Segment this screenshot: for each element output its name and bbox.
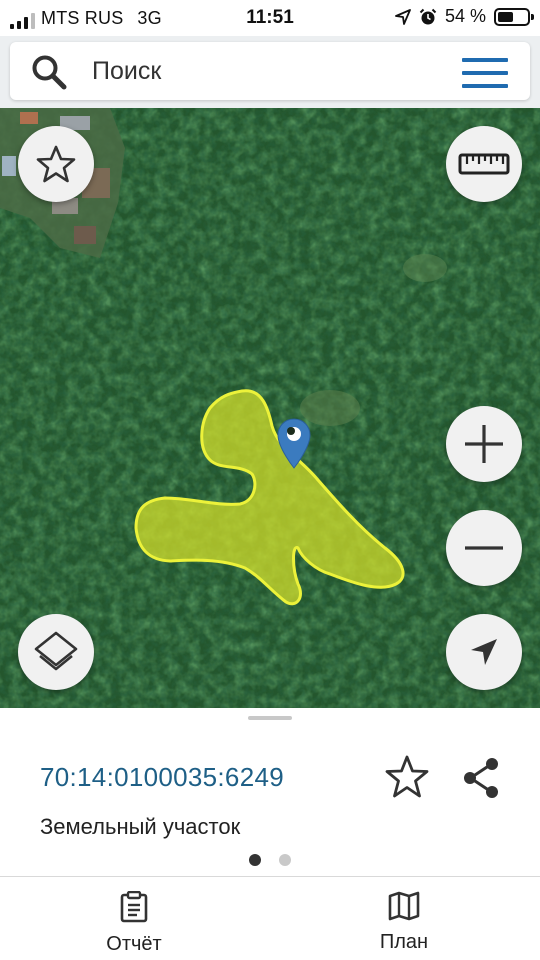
- satellite-map[interactable]: [0, 108, 540, 708]
- tab-plan[interactable]: План: [334, 891, 474, 954]
- locate-me-button[interactable]: [446, 614, 522, 690]
- tab-report-label: Отчёт: [106, 933, 162, 955]
- map-plan-icon: [388, 891, 420, 921]
- parcel-info-sheet[interactable]: 70:14:0100035:6249 Земельный участок: [0, 708, 540, 876]
- plus-icon: [465, 425, 503, 463]
- star-icon[interactable]: [384, 754, 430, 800]
- object-type-label: Земельный участок: [40, 814, 241, 839]
- report-clipboard-icon: [120, 891, 148, 923]
- bottom-tab-bar: Отчёт План: [0, 876, 540, 960]
- search-icon[interactable]: [30, 54, 70, 90]
- favorites-button[interactable]: [18, 126, 94, 202]
- layers-button[interactable]: [18, 614, 94, 690]
- minus-icon: [465, 546, 503, 550]
- hamburger-menu-icon[interactable]: [462, 58, 508, 88]
- map-view[interactable]: [0, 108, 540, 708]
- battery-percent: 54 %: [444, 6, 486, 26]
- cadastral-number[interactable]: 70:14:0100035:6249: [40, 762, 284, 793]
- location-arrow-icon: [395, 8, 411, 25]
- search-input[interactable]: [92, 52, 432, 90]
- page-dot-active: [249, 854, 261, 866]
- share-icon[interactable]: [460, 756, 504, 800]
- status-bar: MTS RUS 3G 11:51 54 %: [0, 0, 540, 36]
- ruler-button[interactable]: [446, 126, 522, 202]
- tab-plan-label: План: [379, 931, 429, 953]
- page-indicator: [0, 854, 540, 866]
- zoom-in-button[interactable]: [446, 406, 522, 482]
- location-arrow-icon: [471, 639, 497, 665]
- page-dot: [279, 854, 291, 866]
- ruler-icon: [458, 153, 510, 175]
- star-icon: [36, 145, 76, 183]
- alarm-icon: [419, 8, 437, 24]
- search-area: [0, 36, 540, 108]
- search-bar[interactable]: [10, 42, 530, 100]
- battery-icon: [494, 7, 534, 26]
- layers-icon: [34, 631, 78, 671]
- zoom-out-button[interactable]: [446, 510, 522, 586]
- tab-report[interactable]: Отчёт: [64, 891, 204, 956]
- sheet-drag-handle[interactable]: [248, 716, 292, 720]
